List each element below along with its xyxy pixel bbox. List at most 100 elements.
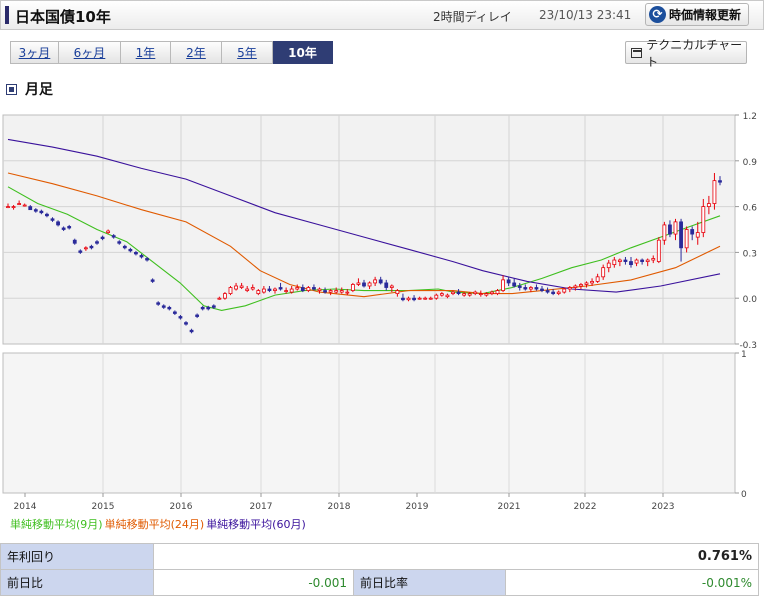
- candle-body: [95, 241, 99, 244]
- candle-body: [473, 291, 478, 295]
- candle-body: [573, 285, 578, 288]
- candle-body: [139, 255, 144, 258]
- candle-body: [623, 259, 628, 262]
- candle-body: [428, 297, 433, 300]
- candle-body: [122, 245, 127, 249]
- candle-body: [389, 285, 394, 288]
- candle-body: [467, 293, 472, 296]
- candle-body: [634, 259, 639, 264]
- candle-body: [534, 287, 539, 290]
- tab-10y[interactable]: 10年: [273, 41, 333, 64]
- technical-chart-button[interactable]: テクニカルチャート: [625, 38, 747, 69]
- candle-body: [312, 287, 316, 290]
- x-tick-label: 2018: [328, 502, 351, 512]
- candle-body: [551, 291, 556, 295]
- candle-body: [651, 258, 656, 261]
- refresh-button[interactable]: ⟳ 時価情報更新: [645, 3, 749, 26]
- candle-body: [684, 229, 689, 249]
- technical-chart-label: テクニカルチャート: [646, 37, 743, 69]
- candle-body: [412, 297, 416, 301]
- candle-body: [439, 293, 444, 296]
- candle-body: [350, 284, 355, 291]
- candle-body: [295, 287, 300, 290]
- candle-body: [245, 288, 250, 291]
- y-tick-label: 1.2: [743, 112, 757, 122]
- candle-body: [200, 306, 205, 310]
- candle-body: [45, 213, 49, 217]
- quote-row-change: 前日比 -0.001 前日比率 -0.001%: [0, 569, 759, 596]
- candle-body: [328, 290, 333, 293]
- volume-tick-label: 1: [741, 350, 747, 360]
- quote-table: 年利回り 0.761% 前日比 -0.001 前日比率 -0.001%: [0, 543, 759, 596]
- candle-body: [595, 276, 600, 282]
- candle-body: [189, 329, 194, 333]
- candle-body: [211, 305, 216, 308]
- candle-body: [223, 293, 227, 299]
- x-tick-label: 2021: [498, 502, 521, 512]
- price-panel: [2, 114, 736, 345]
- legend-ma60: 単純移動平均(60月): [206, 518, 306, 531]
- candle-body: [556, 291, 561, 295]
- candle-body: [540, 288, 544, 291]
- candle-body: [673, 221, 678, 235]
- candle-body: [668, 224, 672, 235]
- candle-body: [67, 226, 72, 229]
- tab-3m[interactable]: 3ヶ月: [10, 41, 59, 64]
- yield-chart: 1.20.90.60.30.0-0.3102014 2015 2016 2017 201…: [2, 112, 757, 512]
- candle-body: [289, 288, 294, 293]
- candle-body: [256, 290, 261, 295]
- candle-body: [300, 287, 305, 291]
- header-bar: 日本国債10年 2時間ディレイ 23/10/13 23:41 ⟳ 時価情報更新: [0, 0, 764, 30]
- candle-body: [434, 294, 439, 299]
- yield-label: 年利回り: [0, 543, 154, 570]
- page-title: 日本国債10年: [15, 8, 111, 26]
- candle-body: [100, 236, 105, 240]
- tab-5y[interactable]: 5年: [222, 41, 273, 64]
- tab-6m[interactable]: 6ヶ月: [59, 41, 121, 64]
- volume-tick-label: 0: [741, 490, 747, 500]
- candle-body: [39, 210, 44, 214]
- window-icon: [631, 47, 643, 58]
- y-tick-label: 0.3: [743, 249, 757, 259]
- candle-body: [484, 293, 489, 296]
- candle-body: [695, 232, 700, 238]
- x-tick-label: 2017: [250, 502, 273, 512]
- tab-2y[interactable]: 2年: [171, 41, 222, 64]
- x-tick-label: 2014: [14, 502, 37, 512]
- candle-body: [345, 291, 350, 294]
- candle-body: [134, 251, 138, 255]
- candle-body: [278, 287, 283, 290]
- delay-notice: 2時間ディレイ: [433, 10, 512, 24]
- candle-body: [117, 241, 122, 244]
- candle-body: [83, 247, 88, 250]
- candle-body: [250, 287, 255, 290]
- candle-body: [629, 261, 633, 266]
- period-tabs: 3ヶ月 6ヶ月 1年 2年 5年 10年: [10, 41, 333, 64]
- candle-body: [33, 209, 38, 212]
- section-title: 月足: [25, 82, 53, 98]
- candle-body: [239, 285, 244, 288]
- candle-body: [423, 297, 428, 300]
- candle-body: [406, 297, 411, 301]
- candle-body: [150, 279, 155, 282]
- candle-body: [22, 204, 27, 207]
- candle-body: [217, 297, 222, 300]
- refresh-icon: ⟳: [649, 6, 666, 23]
- candle-body: [401, 297, 405, 301]
- candle-body: [106, 230, 111, 233]
- x-tick-label: 2019: [406, 502, 429, 512]
- candle-body: [167, 306, 172, 310]
- x-tick-label: 2016: [170, 502, 193, 512]
- candle-body: [195, 314, 200, 317]
- candle-body: [6, 206, 10, 208]
- candle-body: [234, 285, 238, 290]
- candle-body: [267, 288, 272, 291]
- candle-body: [56, 221, 60, 226]
- candle-body: [261, 288, 266, 293]
- change-rate-value: -0.001%: [505, 569, 759, 596]
- change-value: -0.001: [153, 569, 354, 596]
- tab-1y[interactable]: 1年: [121, 41, 171, 64]
- candle-body: [495, 290, 500, 295]
- candle-body: [640, 259, 645, 262]
- candle-body: [373, 279, 378, 284]
